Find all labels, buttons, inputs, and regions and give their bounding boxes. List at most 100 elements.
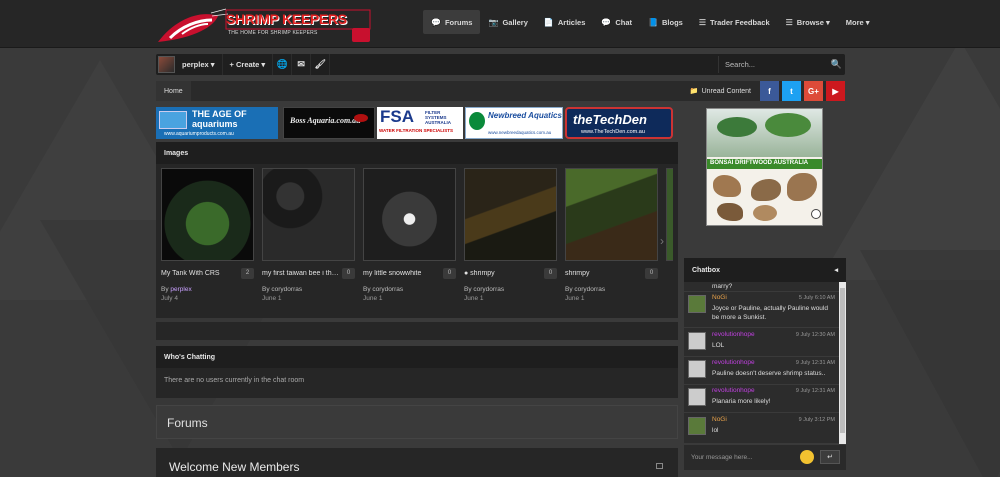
image-thumbnail[interactable] [565, 168, 658, 261]
folder-icon: 📁 [689, 88, 699, 95]
chat-username[interactable]: revolutionhope [712, 387, 755, 394]
chat-username[interactable]: NoGi [712, 294, 727, 301]
inbox-icon[interactable]: ✉ [292, 54, 312, 75]
comment-count-badge: 2 [241, 267, 254, 279]
image-thumbnail[interactable] [666, 168, 673, 261]
camera-icon: 📷 [488, 17, 499, 27]
image-author-link[interactable]: perplex [170, 286, 191, 293]
chat-icon: 💬 [601, 17, 612, 27]
breadcrumb-home[interactable]: Home [156, 81, 191, 101]
image-thumbnail[interactable] [363, 168, 456, 261]
image-title[interactable]: my first taiwan bee i think [262, 270, 340, 277]
chatbox-toggle-icon[interactable]: ◂ [834, 266, 838, 274]
site-logo[interactable]: SHRIMP KEEPERS THE HOME FOR SHRIMP KEEPE… [156, 8, 372, 46]
image-card[interactable]: ● shrimpy 0 By corydorras June 1 [464, 168, 557, 302]
nav-item-gallery[interactable]: 📷 Gallery [480, 10, 535, 34]
chatbox-widget: Chatbox ◂ marry? NoGi 5 July 6:10 AM Joyce … [684, 258, 846, 470]
ad-fsa[interactable]: FSA FILTER SYSTEMS AUSTRALIA WATER FILTR… [377, 107, 463, 139]
image-date: July 4 [161, 295, 178, 302]
comment-count-badge: 0 [443, 267, 456, 279]
logo-brand-text: SHRIMP KEEPERS [226, 11, 347, 27]
image-title[interactable]: My Tank With CRS [161, 270, 220, 277]
image-title-row: My Tank With CRS 2 [161, 267, 254, 279]
nav-item-chat[interactable]: 💬 Chat [593, 10, 640, 34]
image-card[interactable]: My Tank With CRS 2 By perplex July 4 [161, 168, 254, 302]
search-container [718, 56, 828, 73]
avatar[interactable] [688, 295, 706, 313]
avatar[interactable] [688, 332, 706, 350]
image-card[interactable]: my little snowwhite 0 By corydorras June 1 [363, 168, 456, 302]
document-icon: 📄 [543, 17, 554, 27]
ad-aquarium-url: www.aquariumproducts.com.au [164, 131, 234, 137]
ad-aquariumproducts[interactable]: THE AGE OF aquariums www.aquariumproduct… [156, 107, 278, 139]
breadcrumb-bar: Home 📁 Unread Content f t G+ ▶ [156, 81, 845, 101]
chat-text: Pauline doesn't deserve shrimp status.. [712, 370, 826, 377]
ad-newbreed[interactable]: Newbreed Aquatics www.newbreedaquatics.c… [465, 107, 563, 139]
user-bar: perplex ▾ + Create ▾ 🌐 ✉ 🖌 🔍 [156, 54, 845, 75]
sponsor-banners: THE AGE OF aquariums www.aquariumproduct… [156, 107, 676, 139]
nav-item-more[interactable]: More ▾ [838, 10, 878, 34]
image-date: June 1 [565, 295, 585, 302]
twitter-icon[interactable]: t [782, 81, 801, 101]
image-card[interactable]: shrimpy 0 By corydorras June 1 [565, 168, 658, 302]
search-input[interactable] [725, 60, 825, 69]
image-thumbnail[interactable] [262, 168, 355, 261]
collapse-icon[interactable] [656, 463, 663, 469]
nav-item-forums[interactable]: 💬 Forums [423, 10, 481, 34]
chat-username[interactable]: revolutionhope [712, 331, 755, 338]
image-title[interactable]: shrimpy [565, 270, 590, 277]
forums-title: Forums [167, 416, 208, 430]
image-author-prefix: By [161, 286, 171, 293]
chat-scrollbar-thumb[interactable] [840, 288, 845, 433]
chevron-right-icon[interactable]: › [660, 234, 664, 248]
comment-count-badge: 0 [544, 267, 557, 279]
avatar[interactable] [688, 360, 706, 378]
user-avatar[interactable] [158, 56, 175, 73]
ad-techden[interactable]: theTechDen www.TheTechDen.com.au [565, 107, 673, 139]
nav-item-articles[interactable]: 📄 Articles [536, 10, 593, 34]
chat-message: revolutionhope 9 July 12:30 AM LOL [684, 329, 839, 357]
whos-chatting-empty-text: There are no users currently in the chat… [164, 377, 305, 384]
image-carousel: My Tank With CRS 2 By perplex July 4 my firs… [161, 168, 673, 310]
image-thumbnail[interactable] [161, 168, 254, 261]
youtube-icon[interactable]: ▶ [826, 81, 845, 101]
avatar[interactable] [688, 388, 706, 406]
google-plus-icon[interactable]: G+ [804, 81, 823, 101]
images-widget: Images My Tank With CRS 2 By perplex July 4… [156, 142, 678, 318]
user-menu-button[interactable]: perplex ▾ [175, 54, 223, 75]
search-icon[interactable]: 🔍 [828, 54, 845, 75]
ad-bossaquaria[interactable]: Boss Aquaria.com.au [283, 107, 375, 139]
ad-fsa-sub: WATER FILTRATION SPECIALISTS [379, 128, 453, 133]
nav-item-label: Chat [615, 17, 633, 27]
chat-username[interactable]: revolutionhope [712, 359, 755, 366]
chat-scrollbar[interactable] [839, 282, 846, 452]
image-card[interactable]: my first taiwan bee i think 0 By corydorra… [262, 168, 355, 302]
brush-icon[interactable]: 🖌 [311, 54, 331, 75]
comments-icon: 💬 [431, 17, 441, 27]
smiley-icon[interactable] [800, 450, 814, 464]
image-title[interactable]: ● shrimpy [464, 270, 495, 277]
image-title[interactable]: my little snowwhite [363, 270, 421, 277]
chat-message-input[interactable] [691, 454, 791, 461]
create-menu-button[interactable]: + Create ▾ [223, 54, 274, 75]
ad-bonsai-driftwood[interactable]: BONSAI DRIFTWOOD AUSTRALIA [706, 108, 823, 226]
nav-item-trader-feedback[interactable]: ☰ Trader Feedback [691, 10, 778, 34]
facebook-icon[interactable]: f [760, 81, 779, 101]
image-author-prefix: By corydorras [565, 286, 606, 293]
chat-username[interactable]: NoGi [712, 416, 727, 423]
chat-message: NoGi 5 July 6:10 AM Joyce or Pauline, actu… [684, 292, 839, 328]
nav-item-blogs[interactable]: 📘 Blogs [640, 10, 691, 34]
image-date: June 1 [464, 295, 484, 302]
unread-content-label: Unread Content [701, 87, 751, 95]
globe-icon[interactable]: 🌐 [273, 54, 293, 75]
send-button[interactable]: ↵ [820, 450, 840, 464]
image-card-partial[interactable] [666, 168, 673, 261]
chat-message-list[interactable]: marry? NoGi 5 July 6:10 AM Joyce or Pauline… [684, 282, 839, 452]
image-thumbnail[interactable] [464, 168, 557, 261]
image-author-prefix: By corydorras [363, 286, 404, 293]
nav-item-browse[interactable]: ☰ Browse ▾ [778, 10, 838, 34]
avatar[interactable] [688, 417, 706, 435]
unread-content-link[interactable]: 📁 Unread Content [689, 87, 751, 96]
chat-text: Planaria more likely! [712, 398, 771, 405]
nav-item-label: Gallery [502, 17, 528, 27]
